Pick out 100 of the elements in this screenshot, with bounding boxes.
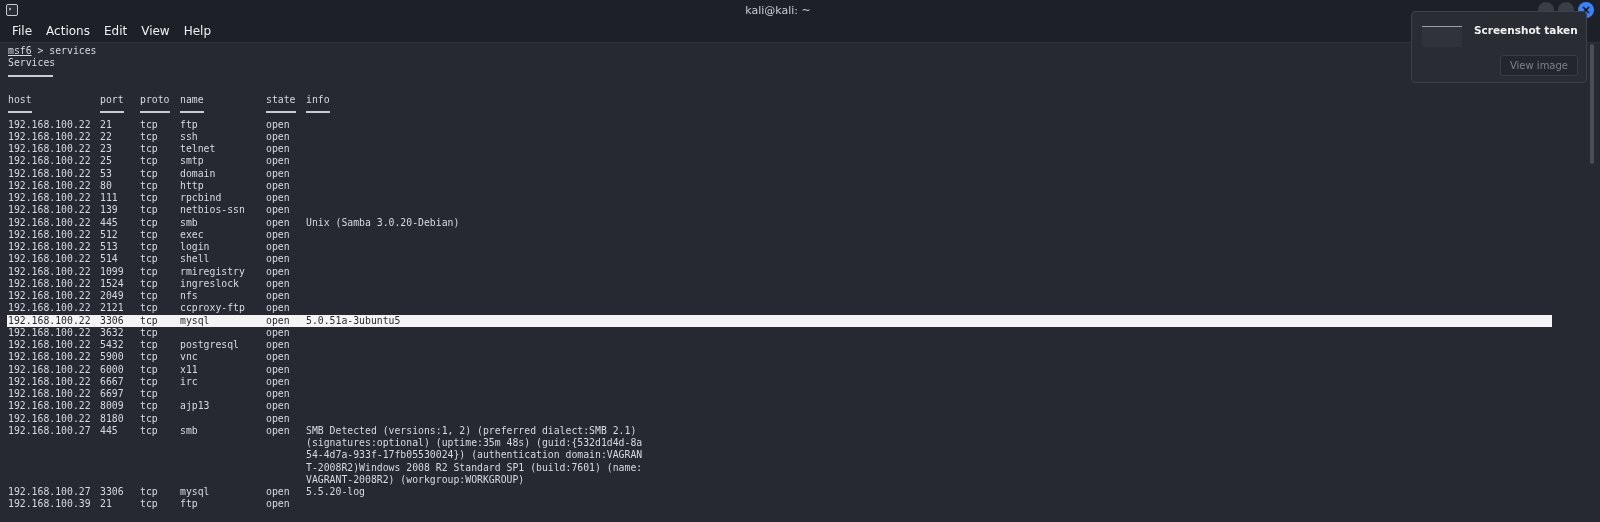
scrollbar[interactable] xyxy=(1590,44,1594,164)
table-row[interactable]: 192.168.100.22 5432 tcp postgresql open xyxy=(7,339,1552,352)
table-cell: open xyxy=(266,412,290,424)
menu-item[interactable]: Edit xyxy=(103,24,128,38)
table-row[interactable]: 192.168.100.22 139 tcp netbios-ssn open xyxy=(7,204,1552,217)
table-cell: 1524 xyxy=(100,277,124,289)
table-row[interactable]: 192.168.100.22 25 tcp smtp open xyxy=(7,155,1552,168)
table-cell: 5432 xyxy=(100,339,124,350)
table-cell-text: 5.0.51a-3ubuntu5 xyxy=(306,314,402,327)
table-row[interactable]: 192.168.100.39 21 tcp ftp open xyxy=(7,498,1552,511)
table-cell: 53 xyxy=(100,167,112,179)
table-row[interactable]: 192.168.100.22 8009 tcp ajp13 open xyxy=(7,400,1552,413)
view-image-button[interactable]: View image xyxy=(1499,55,1578,76)
table-row[interactable]: 192.168.100.22 513 tcp login open xyxy=(7,241,1552,254)
table-cell: tcp xyxy=(140,228,158,240)
table-cell: 192.168.100.22 xyxy=(8,290,91,301)
table-cell: 1099 xyxy=(100,265,124,277)
table-cell: shell xyxy=(180,253,210,265)
table-cell: exec xyxy=(180,228,204,240)
table-row[interactable]: 192.168.100.22 3632 tcp open xyxy=(7,326,1552,339)
table-cell: 192.168.100.22 xyxy=(8,179,91,191)
table-cell: rpcbind xyxy=(180,192,222,203)
table-cell: tcp xyxy=(140,388,158,399)
menu-item[interactable]: View xyxy=(141,24,170,38)
table-row[interactable]: 192.168.100.22 2121 tcp ccproxy-ftp open xyxy=(7,302,1552,315)
table-cell: tcp xyxy=(140,155,158,167)
table-cell: smb xyxy=(180,216,198,228)
table-cell: 445 xyxy=(100,216,118,228)
table-cell: open xyxy=(266,498,290,510)
table-cell: open xyxy=(266,265,290,277)
table-row[interactable]: 192.168.100.22 8180 tcp open xyxy=(7,412,1552,425)
column-header: port xyxy=(100,94,124,107)
table-cell: domain xyxy=(180,167,216,179)
table-cell: tcp xyxy=(140,143,158,154)
table-cell-text: 5.5.20-log xyxy=(306,486,366,499)
table-cell: 23 xyxy=(100,143,112,154)
table-cell: open xyxy=(266,155,290,167)
table-row[interactable]: 192.168.100.22 53 tcp domain open xyxy=(7,167,1552,180)
table-cell: 192.168.100.22 xyxy=(8,265,91,277)
table-cell: ingreslock xyxy=(180,277,239,289)
menu-item[interactable]: File xyxy=(12,24,33,38)
table-row[interactable]: 192.168.100.22 6697 tcp open xyxy=(7,388,1552,401)
table-row[interactable]: 192.168.100.27 3306 tcp mysql open 5.5.20-log xyxy=(7,486,1552,499)
table-row[interactable]: 192.168.100.22 2049 tcp nfs open xyxy=(7,290,1552,303)
table-cell: 192.168.100.27 xyxy=(8,486,91,497)
table-cell: tcp xyxy=(140,400,158,412)
table-cell: 192.168.100.22 xyxy=(8,412,91,424)
notification-title: Screenshot taken xyxy=(1474,23,1578,38)
table-row[interactable]: 192.168.100.22 6000 tcp x11 open xyxy=(7,363,1552,376)
table-cell: 3306 xyxy=(100,314,124,326)
column-header: state xyxy=(266,94,296,107)
table-row[interactable]: 192.168.100.22 80 tcp http open xyxy=(7,179,1552,192)
table-cell: 6667 xyxy=(100,375,124,387)
table-cell: tcp xyxy=(140,412,158,424)
column-header: proto xyxy=(140,94,170,107)
table-row[interactable]: 192.168.100.22 22 tcp ssh open xyxy=(7,130,1552,143)
table-cell: 192.168.100.22 xyxy=(8,314,91,326)
table-cell: tcp xyxy=(140,375,158,387)
table-cell: 514 xyxy=(100,253,118,265)
table-cell: open xyxy=(266,118,290,130)
table-row[interactable]: 192.168.100.22 514 tcp shell open xyxy=(7,253,1552,266)
column-header: info xyxy=(306,94,330,107)
table-row[interactable]: 192.168.100.22 111 tcp rpcbind open xyxy=(7,192,1552,205)
table-cell: SMB Detected (versions:1, 2) (preferred dialect:SMB 2.1) (signatures:optional) (uptime:35m 48s) (guid:{532d1d4d-8a54-4d7a-933f-17fb05530024}) (authentication domain:VAGRANT-2008R2)Windows 2008 R2 Standard SP1 (build:7601) (name:VAGRANT-2008R2) (workgroup:WORKGROUP) xyxy=(306,424,643,486)
table-row[interactable]: 192.168.100.22 5900 tcp vnc open xyxy=(7,351,1552,364)
menu-item[interactable]: Help xyxy=(183,24,212,38)
table-row[interactable]: 192.168.100.22 1099 tcp rmiregistry open xyxy=(7,265,1552,278)
table-cell: tcp xyxy=(140,486,158,497)
table-cell: 192.168.100.22 xyxy=(8,155,91,167)
table-cell: open xyxy=(266,363,290,375)
table-cell: 8009 xyxy=(100,400,124,412)
table-cell: mysql xyxy=(180,314,210,326)
table-row[interactable]: 192.168.100.22 512 tcp exec open xyxy=(7,228,1552,241)
table-cell: tcp xyxy=(140,302,158,314)
table-cell: tcp xyxy=(140,351,158,363)
table-row[interactable]: 192.168.100.22 21 tcp ftp open xyxy=(7,118,1552,131)
table-row[interactable]: 192.168.100.22 3306 tcp mysql open 5.0.51a-3ubuntu5 xyxy=(7,314,1552,327)
table-cell: tcp xyxy=(140,167,158,179)
menu-item[interactable]: Actions xyxy=(46,24,90,38)
table-cell: open xyxy=(266,179,290,191)
table-row[interactable]: 192.168.100.22 1524 tcp ingreslock open xyxy=(7,277,1552,290)
table-cell: 513 xyxy=(100,241,118,252)
table-cell: open xyxy=(266,241,290,252)
table-row[interactable]: 192.168.100.22 445 tcp smb open Unix (Samba 3.0.20-Debian) xyxy=(7,216,1552,229)
table-cell: 192.168.100.22 xyxy=(8,363,91,375)
table-cell: tcp xyxy=(140,498,158,510)
table-cell: nfs xyxy=(180,290,198,301)
column-header: host xyxy=(8,94,32,107)
table-cell: 192.168.100.22 xyxy=(8,228,91,240)
table-cell: ajp13 xyxy=(180,400,210,412)
table-cell: tcp xyxy=(140,290,158,301)
command: > services xyxy=(36,45,97,58)
table-row[interactable]: 192.168.100.22 23 tcp telnet open xyxy=(7,143,1552,156)
table-cell: 192.168.100.22 xyxy=(8,167,91,179)
table-cell: 192.168.100.22 xyxy=(8,400,91,412)
table-cell: 111 xyxy=(100,192,118,203)
table-cell: 192.168.100.22 xyxy=(8,216,91,228)
terminal-icon xyxy=(6,4,18,16)
table-cell: 3306 xyxy=(100,486,124,497)
table-row[interactable]: 192.168.100.22 6667 tcp irc open xyxy=(7,375,1552,388)
